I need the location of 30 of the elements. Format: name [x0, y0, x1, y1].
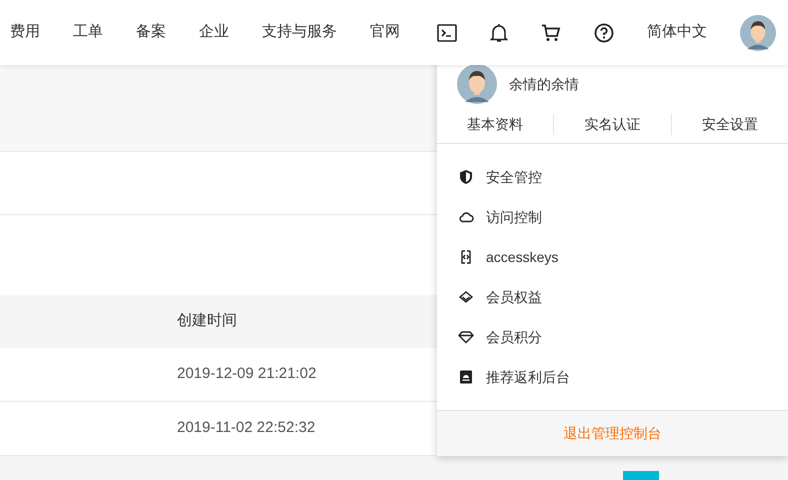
cart-icon[interactable]	[541, 24, 561, 42]
menu-item[interactable]: 安全管控	[437, 157, 788, 197]
terminal-icon[interactable]	[437, 24, 457, 42]
profile-link[interactable]: 实名认证	[584, 114, 640, 135]
profile-link[interactable]: 基本资料	[467, 114, 524, 135]
avatar[interactable]	[457, 64, 497, 104]
diamond-icon	[458, 289, 474, 305]
menu-item[interactable]: 会员权益	[437, 277, 788, 317]
help-icon[interactable]	[594, 22, 614, 42]
table-cell-text: 2019-12-09 21:21:02	[177, 364, 316, 384]
document-icon	[458, 369, 474, 385]
menu-item[interactable]: accesskeys	[437, 237, 788, 277]
profile-link[interactable]: 安全设置	[702, 114, 758, 135]
avatar[interactable]	[740, 14, 776, 50]
nav-link[interactable]: 工单	[73, 21, 103, 44]
nav-link[interactable]: 企业	[199, 21, 229, 44]
nav-link[interactable]: 费用	[10, 21, 40, 44]
menu-item[interactable]: 访问控制	[437, 197, 788, 237]
menu-item[interactable]: 推荐返利后台	[437, 357, 788, 397]
language-link[interactable]: 简体中文	[647, 21, 707, 44]
bell-icon[interactable]	[490, 22, 508, 42]
nav-link[interactable]: 支持与服务	[262, 21, 337, 44]
menu-item[interactable]: 会员积分	[437, 317, 788, 357]
table-cell-text: 2019-11-02 22:52:32	[177, 418, 316, 438]
nav-link[interactable]: 备案	[136, 21, 166, 44]
column-header: 创建时间	[177, 311, 237, 332]
gem-icon	[458, 329, 474, 345]
user-name: 余情的余情	[509, 74, 579, 94]
shield-icon	[458, 169, 474, 185]
nav-link[interactable]: 官网	[370, 21, 400, 44]
